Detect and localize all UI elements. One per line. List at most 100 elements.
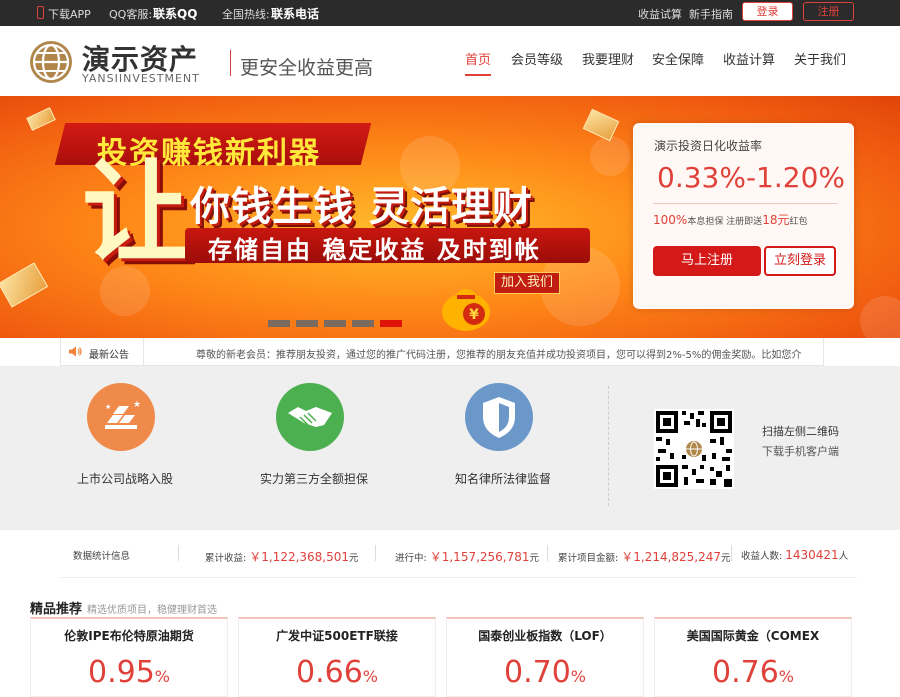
picks-subtitle: 精选优质项目，稳健理财首选 — [87, 605, 217, 616]
nav-member-level[interactable]: 会员等级 — [511, 49, 563, 68]
slide-indicator-5[interactable] — [380, 320, 402, 327]
notice-divider — [143, 338, 144, 365]
stat-total-projects-value: ￥1,214,825,247 — [621, 550, 722, 564]
top-bar: 下载APP QQ客服: 联系QQ 全国热线: 联系电话 收益试算 新手指南 登录… — [0, 0, 900, 26]
stat-users-label: 收益人数: — [741, 551, 783, 562]
product-name[interactable]: 伦敦IPE布伦特原油期货 — [31, 627, 227, 644]
svg-text:★: ★ — [133, 400, 141, 410]
mobile-phone-icon — [37, 6, 44, 19]
product-name[interactable]: 广发中证500ETF联接 — [239, 627, 435, 644]
bubble-decoration — [590, 136, 630, 176]
nav-home[interactable]: 首页 — [465, 49, 492, 76]
nav-invest[interactable]: 我要理财 — [582, 49, 634, 68]
bonus-text: 红包 — [789, 217, 808, 227]
gold-bars-icon: ★ ★ — [87, 383, 155, 451]
speaker-icon — [69, 346, 82, 357]
hotline-label: 全国热线: — [222, 8, 270, 21]
logo-subtitle: YANSIINVESTMENT — [82, 72, 200, 85]
bonus-amount: 18元 — [762, 213, 790, 227]
stats-divider — [178, 545, 179, 561]
stat-in-progress: 进行中: ￥1,157,256,781元 — [395, 548, 539, 565]
rate-card: 演示投资日化收益率 0.33%-1.20% 100%本息担保 注册即送18元红包… — [633, 123, 854, 309]
slide-indicator-3[interactable] — [324, 320, 346, 327]
banner-subheadline: 存储自由 稳定收益 及时到帐 — [208, 236, 541, 264]
notice-text[interactable]: 尊敬的新老会员：推荐朋友投资，通过您的推广代码注册，您推荐的朋友充值并成功投资项… — [196, 346, 821, 361]
guarantee-percent: 100% — [653, 213, 688, 227]
stat-total-income-value: ￥1,122,368,501 — [249, 550, 350, 564]
product-rate-unit: % — [570, 667, 586, 686]
product-card[interactable]: 广发中证500ETF联接 0.66% — [238, 617, 436, 697]
topbar-login-button[interactable]: 登录 — [742, 2, 793, 21]
logo-globe-icon[interactable] — [30, 41, 72, 83]
rate-card-rate: 0.33%-1.20% — [657, 161, 846, 194]
nav-about[interactable]: 关于我们 — [794, 49, 846, 68]
slide-indicator-2[interactable] — [296, 320, 318, 327]
product-rate: 0.66% — [239, 655, 435, 690]
handshake-icon — [276, 383, 344, 451]
stats-divider — [731, 545, 732, 561]
register-now-button[interactable]: 马上注册 — [653, 246, 761, 276]
product-rate-value: 0.76 — [712, 655, 779, 690]
banner-headline: 你钱生钱 灵活理财 — [190, 184, 533, 230]
download-app-link[interactable]: 下载APP — [48, 6, 91, 22]
product-rate: 0.70% — [447, 655, 643, 690]
qq-contact-link[interactable]: 联系QQ — [153, 5, 197, 22]
stat-in-progress-label: 进行中: — [395, 553, 427, 564]
banknote-icon — [26, 107, 56, 131]
feature-label-listed: 上市公司战略入股 — [77, 472, 174, 486]
slogan-divider — [230, 50, 231, 76]
banknote-icon — [0, 262, 49, 308]
hero-banner[interactable]: 投资赚钱新利器 让 你钱生钱 灵活理财 存储自由 稳定收益 及时到帐 ¥ 加入我… — [0, 96, 900, 338]
topbar-register-button[interactable]: 注册 — [803, 2, 854, 21]
banner-big-character: 让 — [82, 149, 192, 277]
stat-unit: 元 — [721, 553, 731, 564]
product-rate-value: 0.95 — [88, 655, 155, 690]
nav-income-calc[interactable]: 收益计算 — [723, 49, 775, 68]
stats-divider — [375, 545, 376, 561]
hotline-contact-link[interactable]: 联系电话 — [271, 5, 319, 22]
features-divider — [608, 386, 609, 506]
stat-unit: 元 — [529, 553, 540, 564]
slide-indicator-4[interactable] — [352, 320, 374, 327]
product-rate: 0.76% — [655, 655, 851, 690]
qr-instruction: 扫描左侧二维码 — [762, 425, 839, 438]
product-card[interactable]: 国泰创业板指数（LOF） 0.70% — [446, 617, 644, 697]
newbie-guide-link[interactable]: 新手指南 — [689, 6, 733, 22]
product-rate: 0.95% — [31, 655, 227, 690]
stat-users: 收益人数: 1430421人 — [741, 548, 848, 562]
income-trial-link[interactable]: 收益试算 — [638, 6, 682, 22]
svg-text:★: ★ — [105, 403, 111, 411]
money-bag-symbol: ¥ — [469, 307, 479, 323]
site-header: 演示资产 YANSIINVESTMENT 更安全收益更高 首页 会员等级 我要理… — [0, 26, 900, 96]
product-rate-unit: % — [154, 667, 170, 686]
stat-users-value: 1430421 — [785, 548, 839, 562]
picks-title: 精品推荐 — [30, 602, 83, 617]
rate-card-subtext: 100%本息担保 注册即送18元红包 — [653, 211, 807, 228]
login-now-button[interactable]: 立刻登录 — [764, 246, 836, 276]
stat-total-projects: 累计项目金额: ￥1,214,825,247元 — [558, 548, 731, 565]
product-name[interactable]: 国泰创业板指数（LOF） — [447, 627, 643, 644]
stat-total-income-label: 累计收益: — [205, 553, 247, 564]
rate-card-title: 演示投资日化收益率 — [654, 139, 763, 153]
product-card[interactable]: 美国国际黄金（COMEX 0.76% — [654, 617, 852, 697]
rate-card-divider — [653, 203, 838, 204]
shield-icon — [465, 383, 533, 451]
stat-unit: 人 — [838, 551, 849, 562]
qq-label: QQ客服: — [109, 8, 153, 21]
feature-label-guarantee: 实力第三方全额担保 — [260, 472, 369, 486]
stat-total-projects-label: 累计项目金额: — [558, 553, 619, 564]
product-rate-value: 0.70 — [504, 655, 571, 690]
slide-indicator-1[interactable] — [268, 320, 290, 327]
qr-download-text: 下载手机客户端 — [762, 445, 839, 458]
stat-in-progress-value: ￥1,157,256,781 — [429, 550, 530, 564]
product-name[interactable]: 美国国际黄金（COMEX — [655, 627, 851, 644]
product-rate-unit: % — [778, 667, 794, 686]
slogan: 更安全收益更高 — [240, 57, 374, 79]
product-card[interactable]: 伦敦IPE布伦特原油期货 0.95% — [30, 617, 228, 697]
qr-code — [654, 409, 734, 489]
nav-security[interactable]: 安全保障 — [652, 49, 704, 68]
money-bag-icon: ¥ — [442, 289, 490, 331]
join-us-button[interactable]: 加入我们 — [494, 272, 560, 294]
notice-bar: 最新公告 尊敬的新老会员：推荐朋友投资，通过您的推广代码注册，您推荐的朋友充值并… — [60, 338, 824, 366]
stats-divider — [547, 545, 548, 561]
